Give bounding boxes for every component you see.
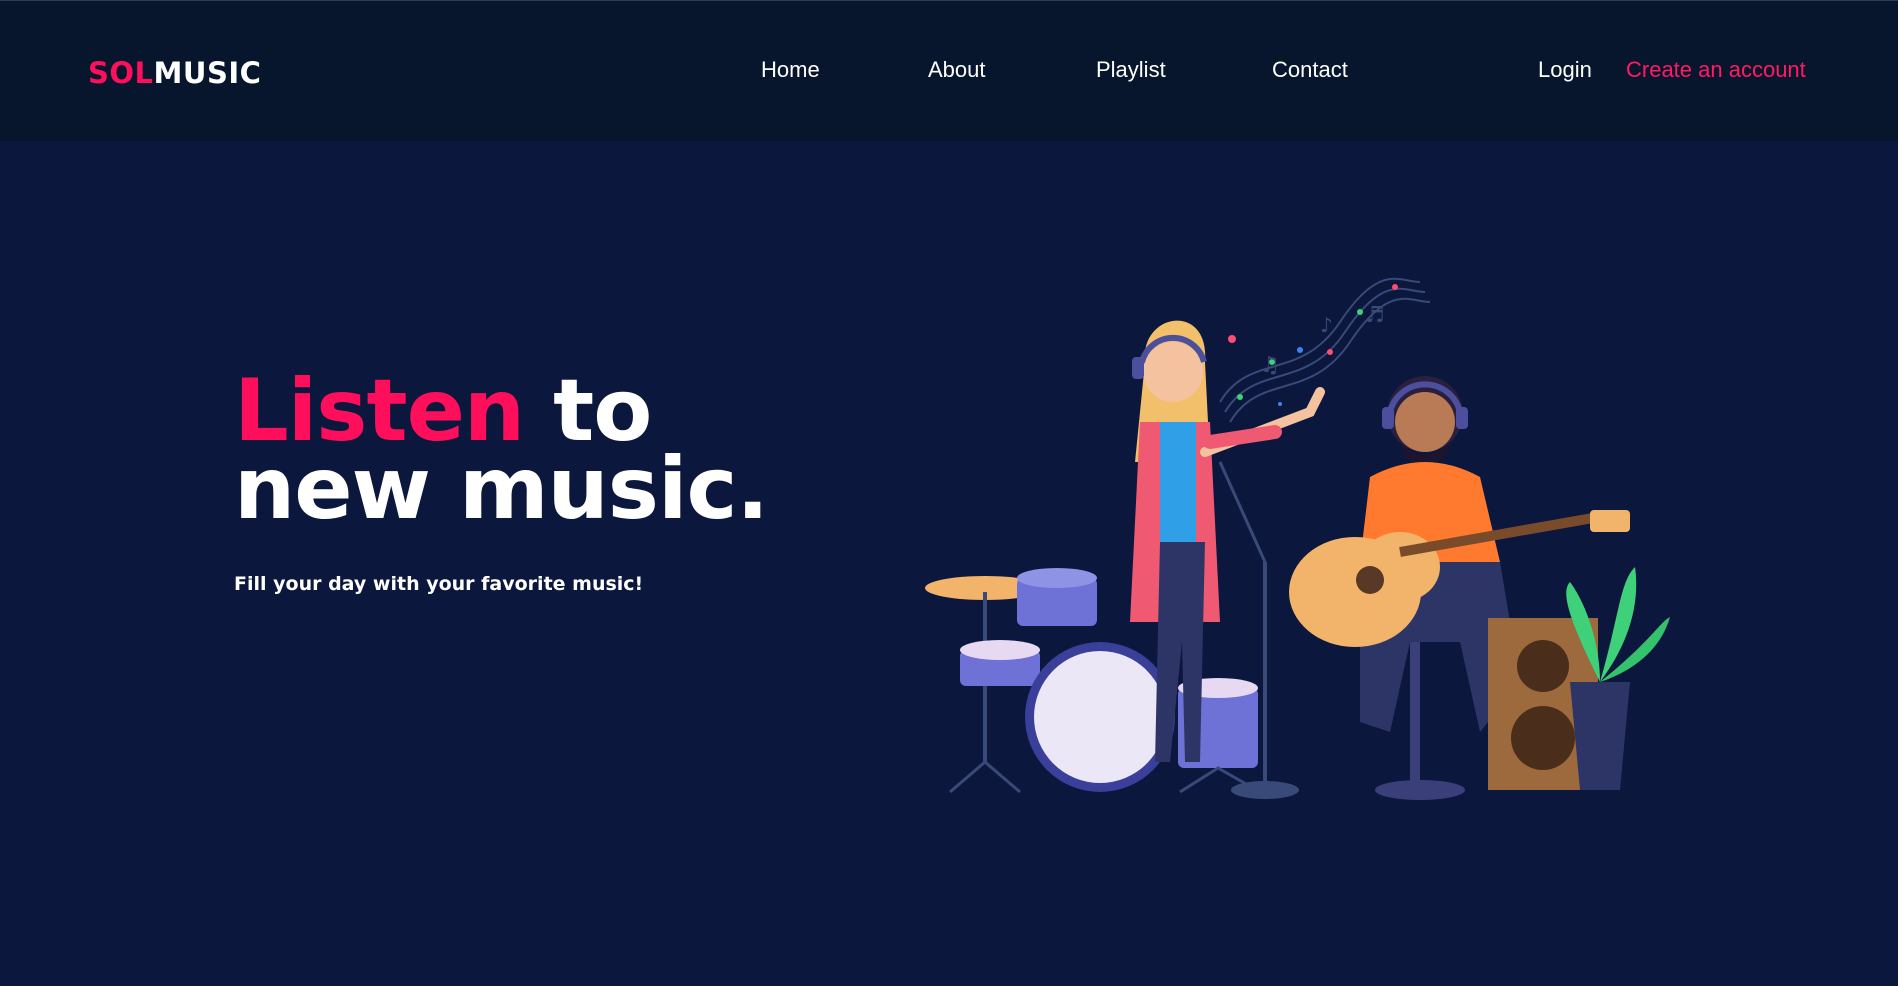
create-account-link[interactable]: Create an account [1626, 57, 1806, 83]
logo[interactable]: SOLMUSIC [88, 56, 261, 90]
login-link[interactable]: Login [1538, 57, 1592, 83]
logo-part-music: MUSIC [153, 56, 262, 90]
nav-link-home[interactable]: Home [761, 57, 820, 83]
hero-title-line2: new music. [234, 439, 769, 539]
nav-link-about[interactable]: About [928, 57, 986, 83]
logo-part-sol: SOL [88, 56, 154, 90]
band-illustration: ♫ ♪ ♬ [925, 277, 1670, 800]
svg-text:♬: ♬ [1365, 303, 1385, 328]
hero-subtitle: Fill your day with your favorite music! [234, 573, 644, 595]
nav-link-contact[interactable]: Contact [1272, 57, 1348, 83]
navbar: SOLMUSIC Home About Playlist Contact Log… [0, 1, 1898, 141]
nav-link-playlist[interactable]: Playlist [1096, 57, 1166, 83]
svg-text:♫: ♫ [1260, 353, 1280, 378]
hero-title: Listen to new music. [234, 368, 769, 532]
svg-text:♪: ♪ [1320, 313, 1333, 337]
